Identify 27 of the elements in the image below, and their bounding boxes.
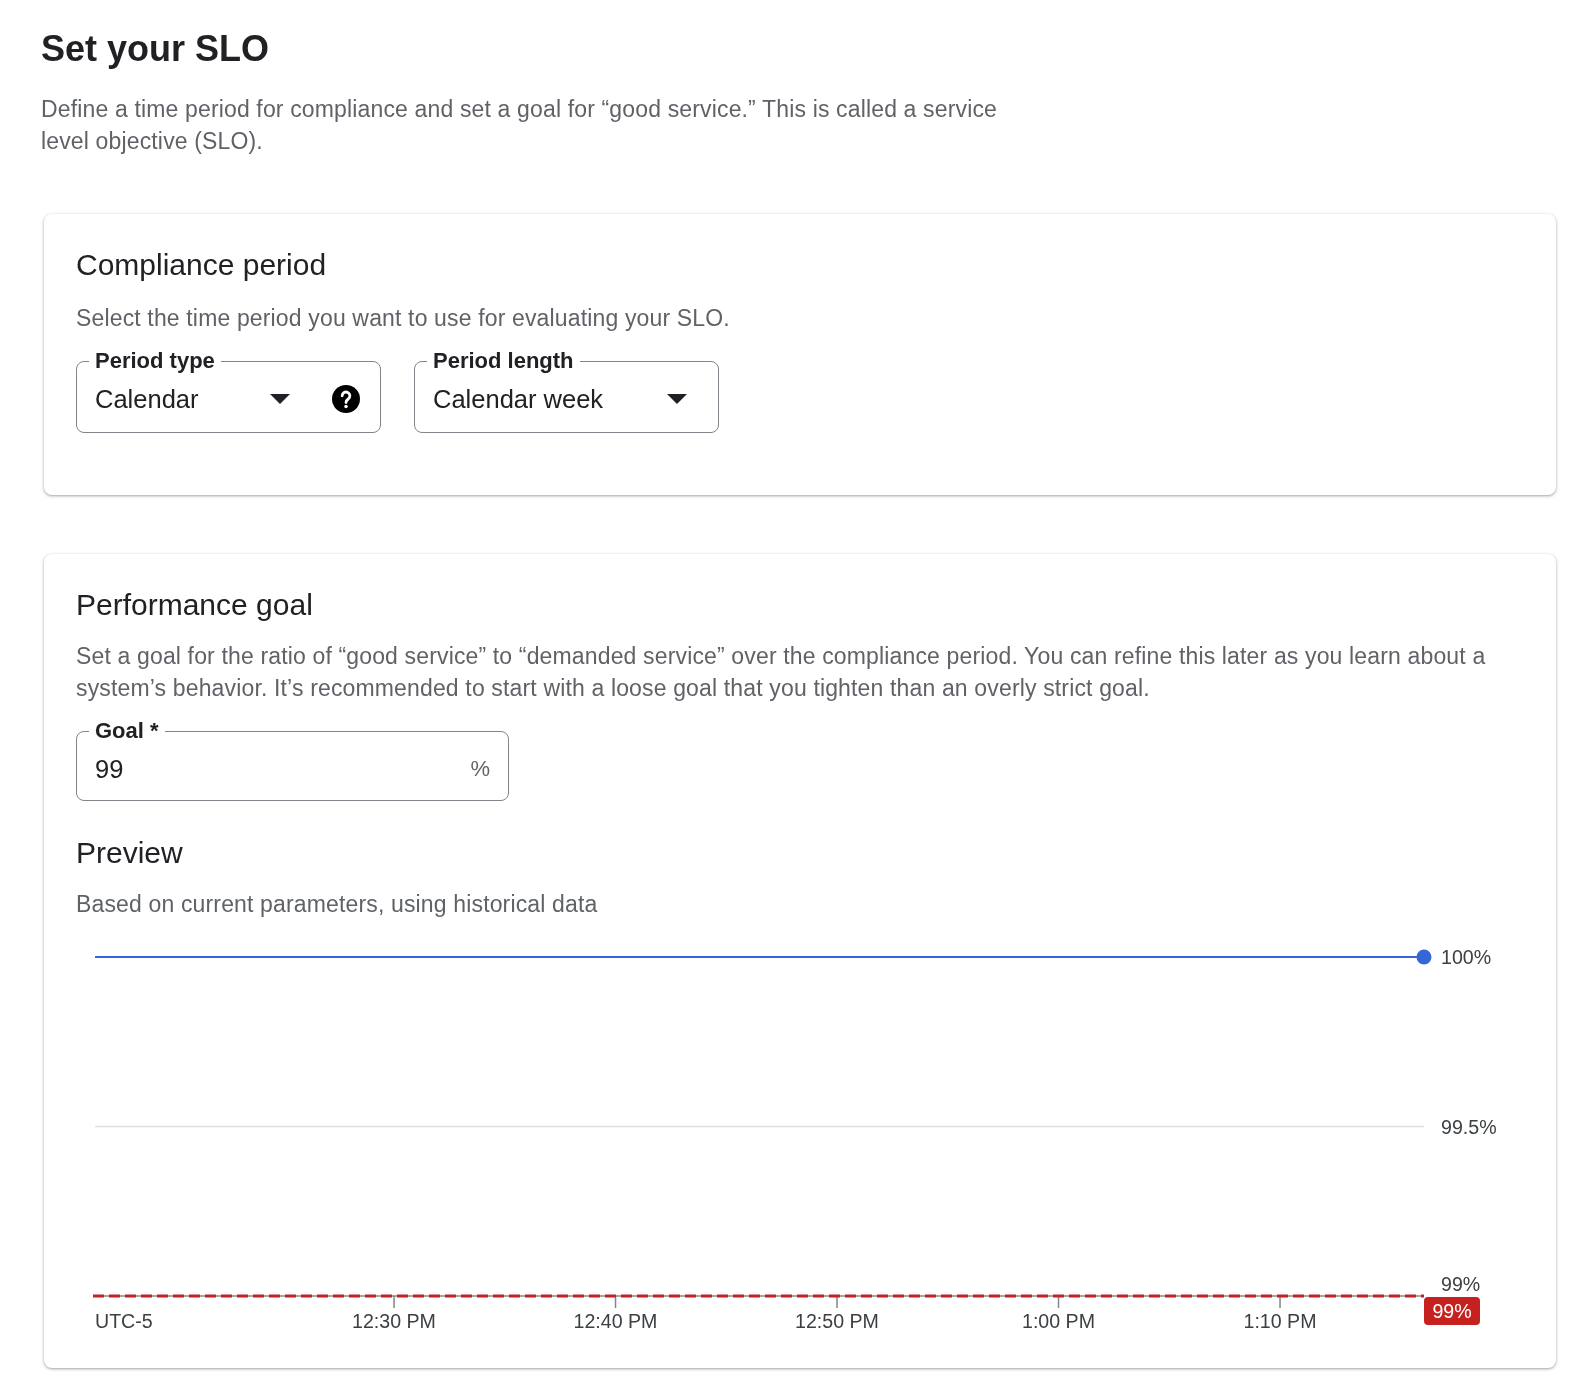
axis-label: 12:50 PM <box>795 1310 879 1332</box>
caret-icon[interactable] <box>667 394 687 404</box>
data-point <box>1416 949 1432 965</box>
field-label: Goal * <box>94 718 160 744</box>
axis-title: UTC-5 <box>95 1310 153 1332</box>
section-heading: Compliance period <box>76 247 328 283</box>
axis-label: 99.5% <box>1441 1115 1497 1138</box>
section-heading: Preview <box>76 835 184 871</box>
help-icon[interactable] <box>332 385 360 413</box>
section-description: Select the time period you want to use for evaluating your SLO. <box>76 304 731 333</box>
field-label: Period type <box>94 348 216 374</box>
field-label: Period length <box>432 348 575 374</box>
ref-line-label: 99% <box>1432 1300 1472 1322</box>
unit-suffix: % <box>470 755 490 783</box>
axis-label: 1:00 PM <box>1022 1310 1095 1332</box>
axis-label: 1:10 PM <box>1243 1310 1317 1332</box>
page-title: Set your SLO <box>41 27 271 71</box>
axis-label: 12:40 PM <box>573 1310 658 1332</box>
caret-icon[interactable] <box>270 394 290 404</box>
section-description: Set a goal for the ratio of “good service” to “demanded service” over the compliance period. You can refine this later as you learn about a system’s behavior. It’s recommended to start with a loose goal that you tighten than an overly strict goal. <box>76 642 1487 703</box>
axis-label: 12:30 PM <box>352 1310 436 1332</box>
section-heading: Performance goal <box>76 587 314 623</box>
goal-value-badge: 99% <box>1424 1297 1480 1325</box>
section-description: Based on current parameters, using historical data <box>76 890 599 919</box>
axis-label: 99% <box>1441 1273 1481 1295</box>
page-description: Define a time period for compliance and set a goal for “good service.” This is called a service level objective (SLO). <box>41 95 998 156</box>
axis-label: 100% <box>1441 946 1492 968</box>
